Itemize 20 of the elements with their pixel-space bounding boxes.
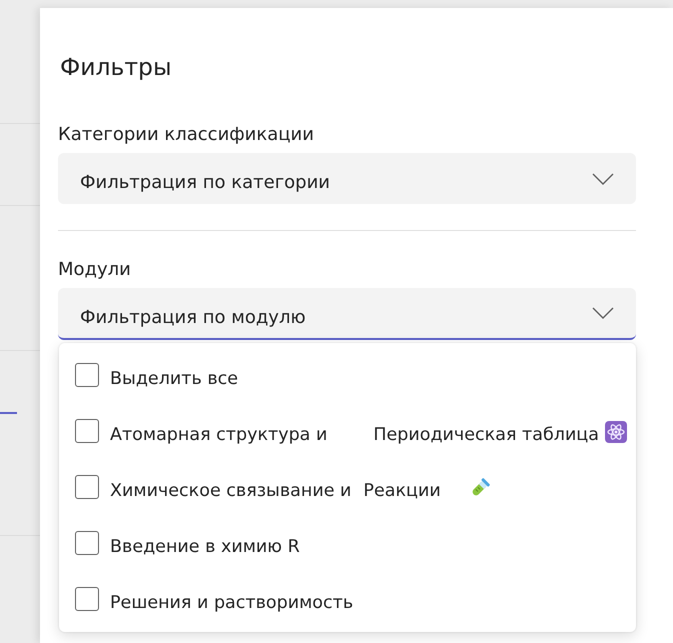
checkbox[interactable] (75, 363, 99, 387)
checkbox[interactable] (75, 531, 99, 555)
filter-dropdown[interactable]: Фильтрация по модулю (58, 288, 636, 340)
option-label: Реакции (363, 480, 441, 502)
option-label: Выделить все (110, 368, 238, 390)
option-label: Химическое связывание и (110, 480, 352, 502)
checkbox[interactable] (75, 419, 99, 443)
checkbox[interactable] (75, 587, 99, 611)
filter-dropdown[interactable]: Фильтрация по категории (58, 153, 636, 204)
option-label: Периодическая таблица (373, 424, 599, 446)
atom-icon (604, 421, 627, 443)
option-label: Введение в химию R (110, 536, 300, 558)
chevron-icon (592, 307, 614, 319)
checkbox[interactable] (75, 475, 99, 499)
panel-title: Фильтры (60, 52, 172, 82)
chevron-icon (592, 172, 614, 184)
option-label: Решения и растворимость (110, 592, 354, 614)
field-label: Модули (58, 259, 131, 280)
field-label: Категории классификации (58, 124, 314, 145)
option-label: Атомарная структура и (110, 424, 328, 446)
